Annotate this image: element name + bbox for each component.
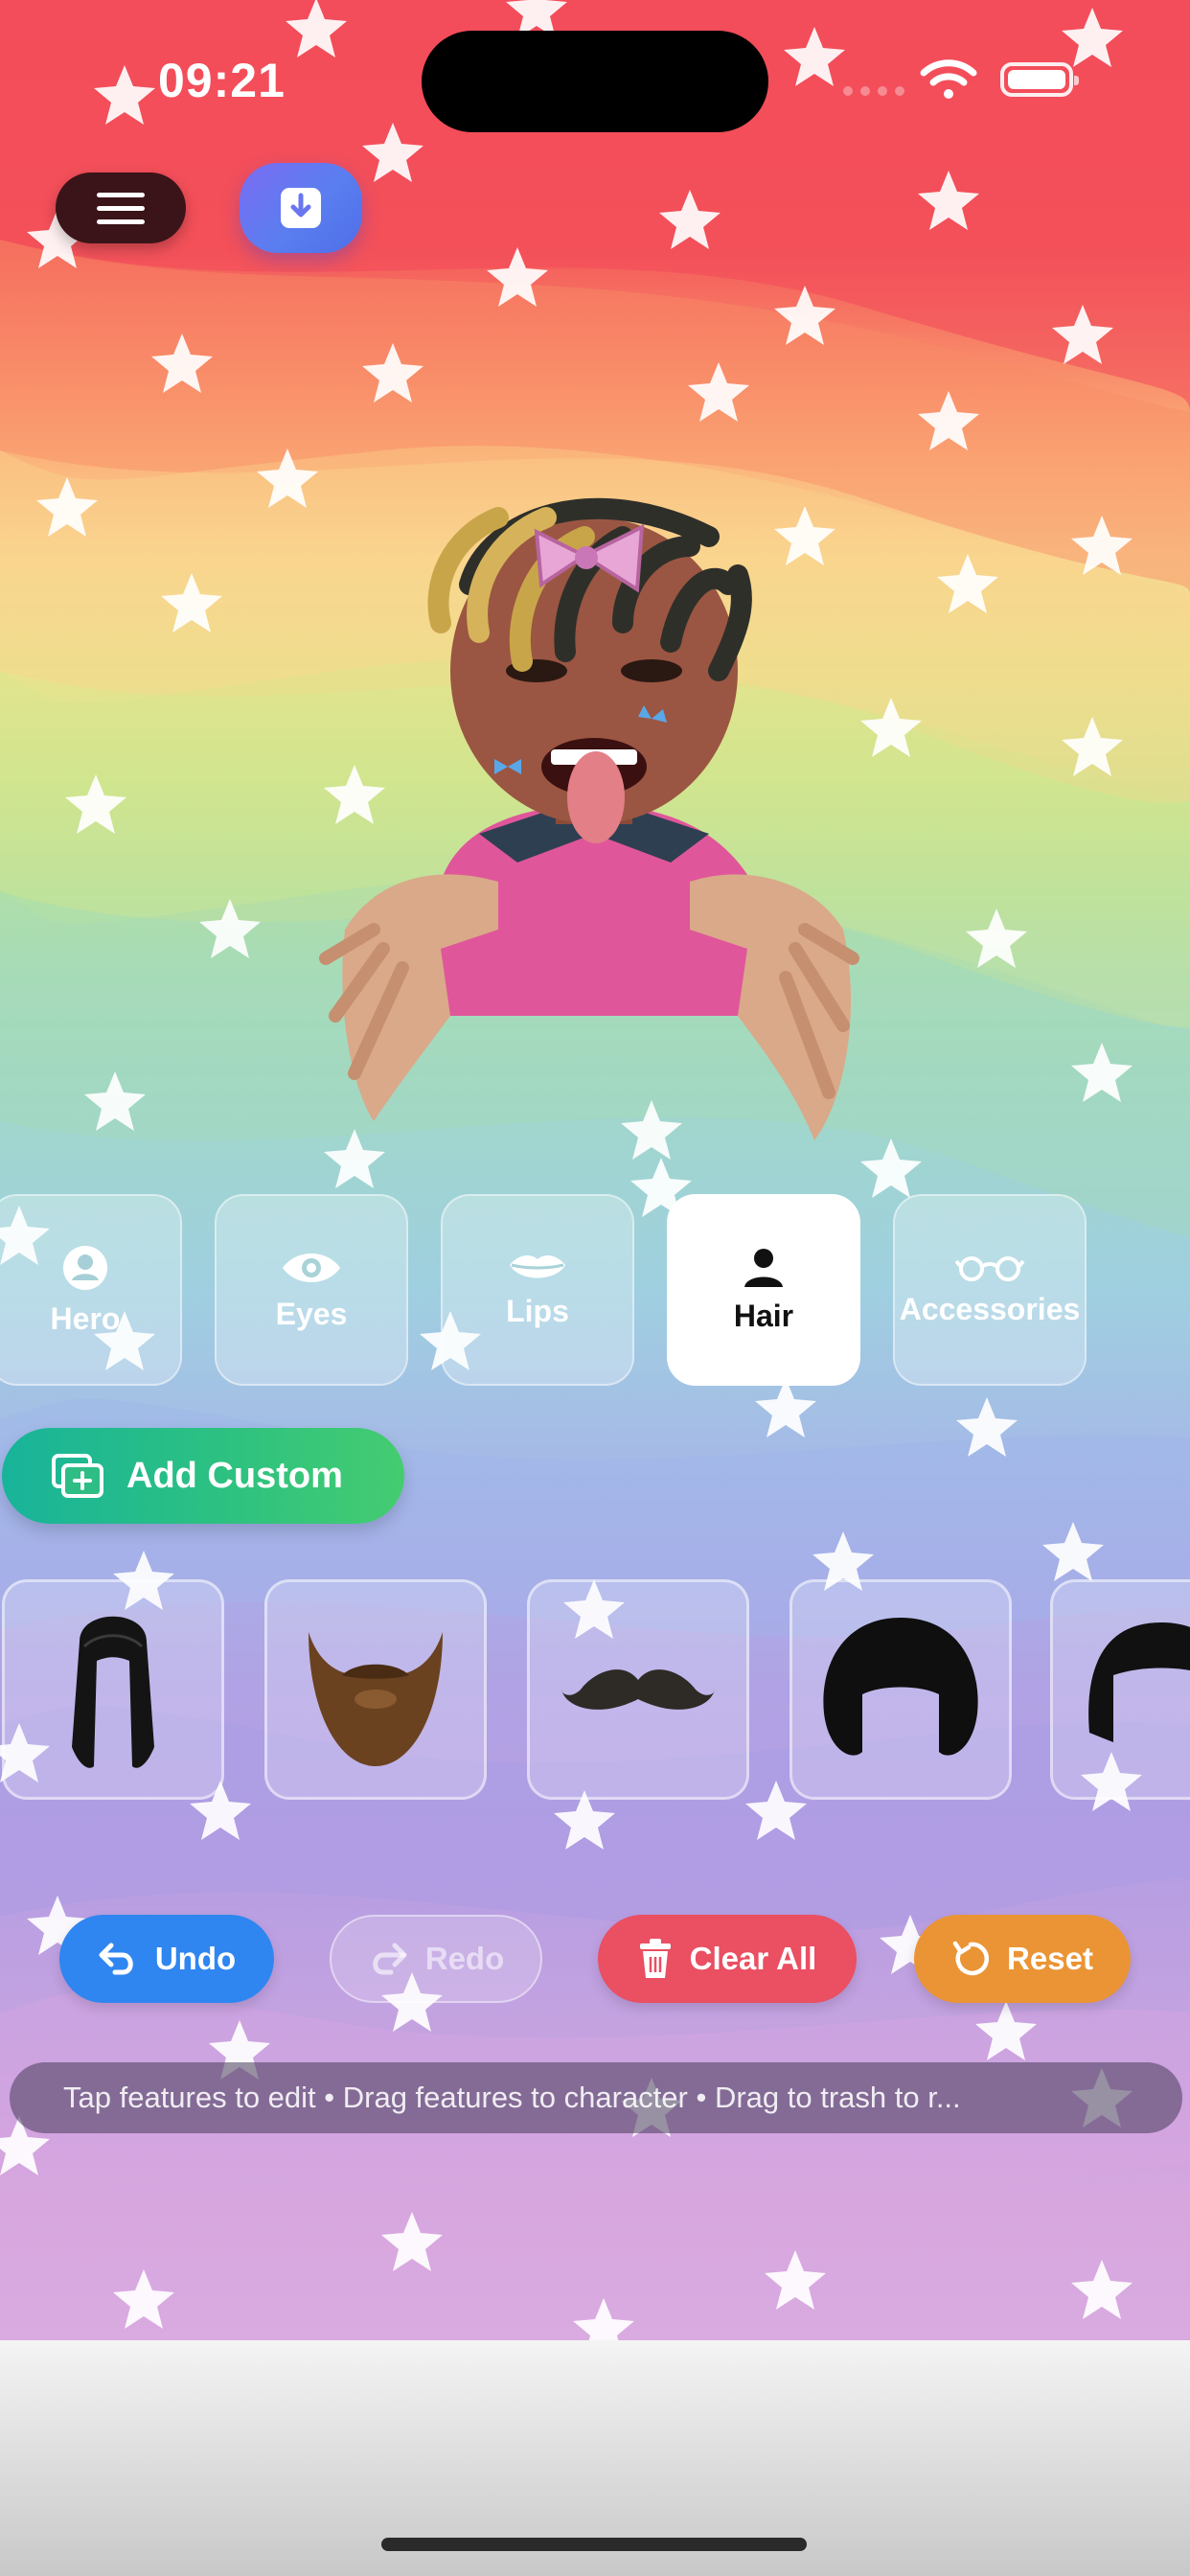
battery-icon bbox=[1000, 62, 1079, 97]
undo-button[interactable]: Undo bbox=[59, 1915, 274, 2003]
tab-label: Lips bbox=[506, 1294, 569, 1328]
item-afro-hair[interactable] bbox=[790, 1579, 1012, 1800]
hamburger-icon bbox=[97, 192, 145, 197]
add-custom-button[interactable]: Add Custom bbox=[2, 1428, 404, 1524]
tab-accessories[interactable]: Accessories bbox=[893, 1194, 1087, 1386]
item-black-bob-hair[interactable] bbox=[1050, 1579, 1190, 1800]
wifi-icon bbox=[920, 59, 977, 99]
undo-icon bbox=[99, 1943, 133, 1975]
cellular-signal-icon bbox=[843, 86, 904, 96]
item-long-black-hair[interactable] bbox=[2, 1579, 224, 1800]
home-indicator[interactable] bbox=[381, 2538, 807, 2551]
redo-icon bbox=[373, 1943, 407, 1975]
beard-icon bbox=[309, 1632, 443, 1766]
tab-lips[interactable]: Lips bbox=[441, 1194, 634, 1386]
redo-label: Redo bbox=[424, 1941, 505, 1976]
tab-label: Hero bbox=[50, 1301, 121, 1336]
trash-icon bbox=[639, 1939, 671, 1978]
tab-hero[interactable]: Hero bbox=[0, 1194, 182, 1386]
reset-button[interactable]: Reset bbox=[914, 1915, 1131, 2003]
add-image-icon bbox=[52, 1454, 103, 1498]
clear-all-button[interactable]: Clear All bbox=[598, 1915, 857, 2003]
dynamic-island bbox=[422, 31, 768, 132]
undo-label: Undo bbox=[154, 1941, 237, 1976]
download-icon bbox=[281, 188, 321, 228]
download-button[interactable] bbox=[240, 163, 362, 253]
mustache-icon bbox=[561, 1669, 715, 1710]
reset-icon bbox=[952, 1941, 990, 1976]
tab-hair[interactable]: Hair bbox=[667, 1194, 860, 1386]
character-preview[interactable] bbox=[307, 479, 881, 1169]
tab-label: Accessories bbox=[899, 1292, 1081, 1326]
tab-label: Hair bbox=[733, 1299, 794, 1333]
user-circle-icon bbox=[63, 1246, 107, 1290]
long-hair-icon bbox=[72, 1616, 154, 1768]
instructions-hint: Tap features to edit • Drag features to … bbox=[10, 2062, 1182, 2133]
eye-icon bbox=[283, 1254, 340, 1282]
redo-button[interactable]: Redo bbox=[330, 1915, 542, 2003]
clear-all-label: Clear All bbox=[689, 1941, 817, 1976]
status-time: 09:21 bbox=[158, 54, 286, 107]
add-custom-label: Add Custom bbox=[126, 1455, 343, 1496]
reset-label: Reset bbox=[1007, 1941, 1093, 1976]
glasses-icon bbox=[955, 1256, 1024, 1281]
afro-icon bbox=[823, 1618, 978, 1756]
person-icon bbox=[744, 1249, 783, 1287]
lips-icon bbox=[510, 1255, 565, 1278]
bob-hair-icon bbox=[1088, 1622, 1190, 1742]
item-mustache[interactable] bbox=[527, 1579, 749, 1800]
editor-screen: 09:21 Hero Eyes Lips Hair Accessories Ad… bbox=[0, 0, 1190, 2340]
item-brown-beard[interactable] bbox=[264, 1579, 487, 1800]
menu-button[interactable] bbox=[56, 172, 186, 243]
tab-label: Eyes bbox=[275, 1297, 348, 1331]
tab-eyes[interactable]: Eyes bbox=[215, 1194, 408, 1386]
